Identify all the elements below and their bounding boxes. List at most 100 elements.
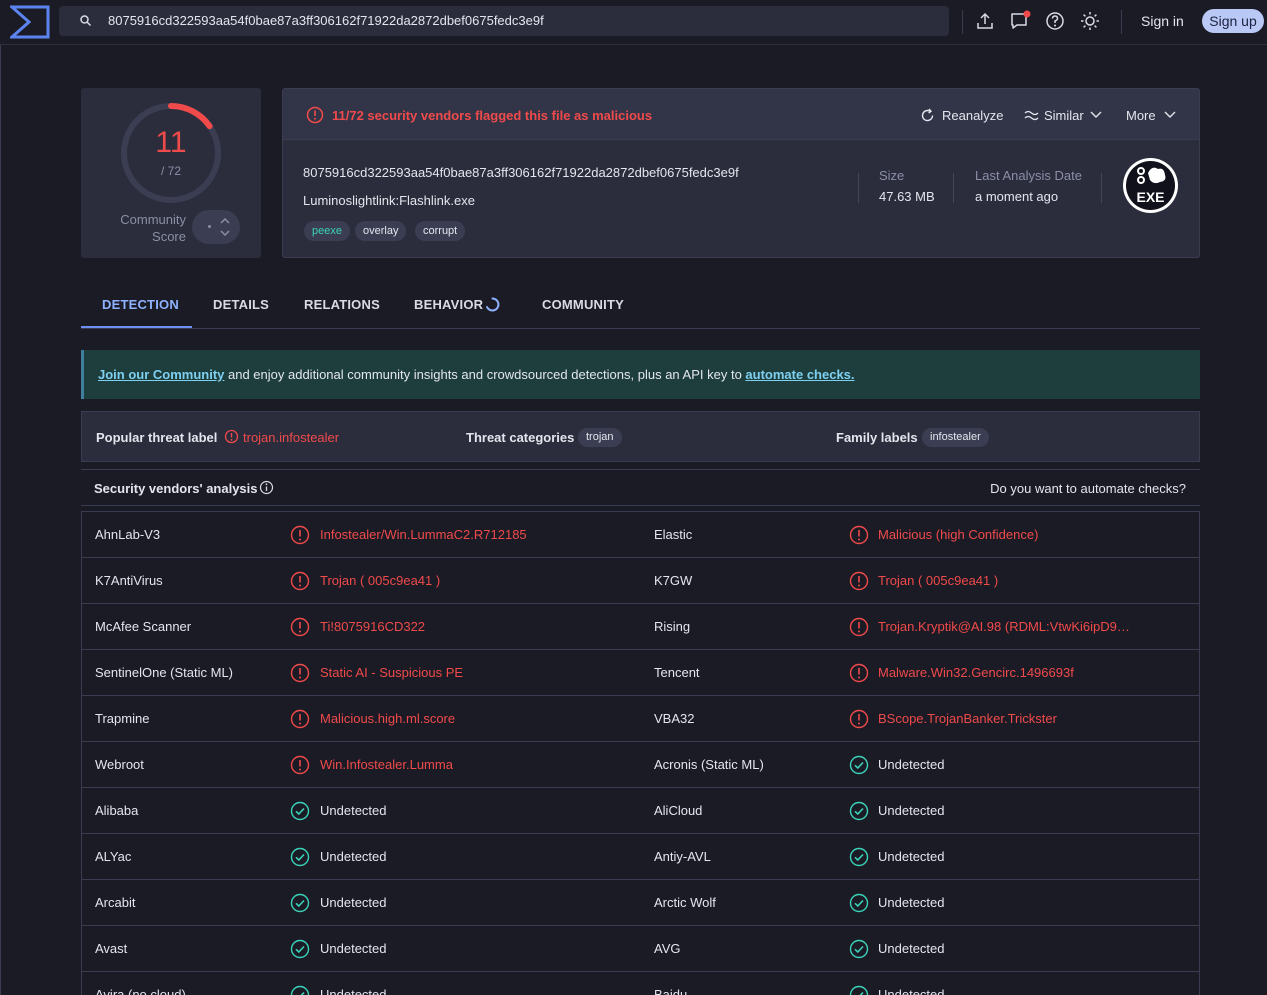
search-input[interactable]: 8075916cd322593aa54f0bae87a3ff306162f719… <box>108 13 544 28</box>
automate-checks-prompt[interactable]: Do you want to automate checks? <box>990 481 1186 496</box>
vendor-row: Alibaba Undetected AliCloud Undetected <box>82 788 1199 834</box>
tag-overlay[interactable]: overlay <box>355 221 407 241</box>
sign-in-link[interactable]: Sign in <box>1141 13 1184 29</box>
family-label-pill[interactable]: infostealer <box>922 428 989 447</box>
vendor-name: VBA32 <box>654 711 695 726</box>
similar-icon[interactable] <box>1024 109 1039 122</box>
banner-text: Join our Community and enjoy additional … <box>98 367 855 382</box>
vendor-result: Undetected <box>878 803 945 818</box>
check-circle-icon <box>290 985 310 995</box>
search-box[interactable]: 8075916cd322593aa54f0bae87a3ff306162f719… <box>59 6 949 36</box>
vendors-header: Security vendors' analysis Do you want t… <box>81 469 1200 506</box>
info-icon[interactable] <box>259 480 274 495</box>
vendor-name: K7GW <box>654 573 693 588</box>
alert-icon <box>849 525 869 545</box>
vote-arrows-icon[interactable] <box>219 216 231 238</box>
alert-icon <box>849 663 869 683</box>
top-bar: 8075916cd322593aa54f0bae87a3ff306162f719… <box>0 0 1267 45</box>
alert-icon <box>290 617 310 637</box>
vendor-name: Tencent <box>654 665 700 680</box>
vendor-name: Acronis (Static ML) <box>654 757 764 772</box>
reanalyze-button[interactable]: Reanalyze <box>942 108 1003 123</box>
alert-icon <box>849 571 869 591</box>
sign-up-button[interactable]: Sign up <box>1202 9 1264 33</box>
vendor-result: Undetected <box>878 757 945 772</box>
upload-icon[interactable] <box>974 10 996 32</box>
popular-threat-value[interactable]: trojan.infostealer <box>243 430 339 445</box>
vendor-row: McAfee Scanner Ti!8075916CD322 Rising Troja… <box>82 604 1199 650</box>
vendor-name: Arcabit <box>95 895 136 910</box>
community-vote-control[interactable] <box>192 210 240 244</box>
tab-behavior[interactable]: BEHAVIOR <box>414 297 483 312</box>
summary-header: 11/72 security vendors flagged this file… <box>283 89 1199 140</box>
page-edge <box>0 45 1 995</box>
vendor-result[interactable]: Win.Infostealer.Lumma <box>320 757 453 772</box>
active-tab-indicator <box>81 326 192 328</box>
tab-community[interactable]: COMMUNITY <box>542 297 624 312</box>
chevron-down-icon[interactable] <box>1164 111 1176 119</box>
divider <box>962 10 963 34</box>
more-button[interactable]: More <box>1126 108 1156 123</box>
vendor-result: Undetected <box>320 803 387 818</box>
alert-icon <box>306 106 324 124</box>
theme-icon[interactable] <box>1079 10 1101 32</box>
file-hash[interactable]: 8075916cd322593aa54f0bae87a3ff306162f719… <box>303 165 739 180</box>
exe-file-icon: EXE <box>1123 158 1178 213</box>
logo-icon[interactable] <box>10 5 50 39</box>
threat-category-pill[interactable]: trojan <box>578 428 622 447</box>
alert-icon <box>290 525 310 545</box>
size-label: Size <box>879 168 905 183</box>
vendor-result: Undetected <box>878 895 945 910</box>
alert-icon <box>290 571 310 591</box>
divider <box>1101 173 1102 203</box>
vendor-result[interactable]: Malicious (high Confidence) <box>878 527 1038 542</box>
alert-icon <box>290 663 310 683</box>
tab-detection[interactable]: DETECTION <box>102 297 179 312</box>
help-icon[interactable] <box>1044 10 1066 32</box>
tab-relations[interactable]: RELATIONS <box>304 297 380 312</box>
divider <box>1121 10 1122 34</box>
similar-button[interactable]: Similar <box>1044 108 1084 123</box>
check-circle-icon <box>849 847 869 867</box>
vendor-result[interactable]: Trojan.Kryptik@AI.98 (RDML:VtwKi6ipD9… <box>878 619 1130 634</box>
vendor-row: Trapmine Malicious.high.ml.score VBA32 BSco… <box>82 696 1199 742</box>
last-analysis-value: a moment ago <box>975 189 1059 204</box>
chevron-down-icon[interactable] <box>1090 111 1102 119</box>
check-circle-icon <box>290 801 310 821</box>
spinner-icon <box>486 297 500 312</box>
vendor-result: Undetected <box>320 849 387 864</box>
check-circle-icon <box>290 847 310 867</box>
community-banner: Join our Community and enjoy additional … <box>81 350 1200 399</box>
vendor-result[interactable]: Static AI - Suspicious PE <box>320 665 463 680</box>
vendor-name: Webroot <box>95 757 144 772</box>
vendor-name: K7AntiVirus <box>95 573 163 588</box>
check-circle-icon <box>849 755 869 775</box>
vendor-row: SentinelOne (Static ML) Static AI - Suspi… <box>82 650 1199 696</box>
tab-bar: DETECTION DETAILS RELATIONS BEHAVIOR COM… <box>81 282 1200 329</box>
alert-icon <box>224 429 239 444</box>
vendor-result[interactable]: Trojan ( 005c9ea41 ) <box>320 573 440 588</box>
join-community-link[interactable]: Join our Community <box>98 367 224 382</box>
vendor-result[interactable]: Ti!8075916CD322 <box>320 619 425 634</box>
threat-categories-title: Threat categories <box>466 430 575 445</box>
vendor-result[interactable]: Trojan ( 005c9ea41 ) <box>878 573 998 588</box>
vendor-name: AVG <box>654 941 681 956</box>
reanalyze-icon[interactable] <box>920 108 935 123</box>
tag-peexe[interactable]: peexe <box>304 221 350 241</box>
vendor-row: AhnLab-V3 Infostealer/Win.LummaC2.R712185… <box>82 512 1199 558</box>
popular-threat-title: Popular threat label <box>96 430 218 445</box>
alert-icon <box>849 709 869 729</box>
check-circle-icon <box>290 893 310 913</box>
vendor-result[interactable]: Malicious.high.ml.score <box>320 711 455 726</box>
vendor-result[interactable]: Malware.Win32.Gencirc.1496693f <box>878 665 1074 680</box>
tab-details[interactable]: DETAILS <box>213 297 269 312</box>
vendor-row: Webroot Win.Infostealer.Lumma Acronis (Sta… <box>82 742 1199 788</box>
vote-dot <box>208 225 211 228</box>
detection-score-card: 11 / 72 Community Score <box>81 88 261 258</box>
vendor-result[interactable]: Infostealer/Win.LummaC2.R712185 <box>320 527 527 542</box>
total-count: / 72 <box>160 164 181 178</box>
automate-checks-link[interactable]: automate checks. <box>745 367 854 382</box>
chat-icon[interactable] <box>1009 10 1031 32</box>
tag-corrupt[interactable]: corrupt <box>415 221 466 241</box>
vendor-result[interactable]: BScope.TrojanBanker.Trickster <box>878 711 1057 726</box>
